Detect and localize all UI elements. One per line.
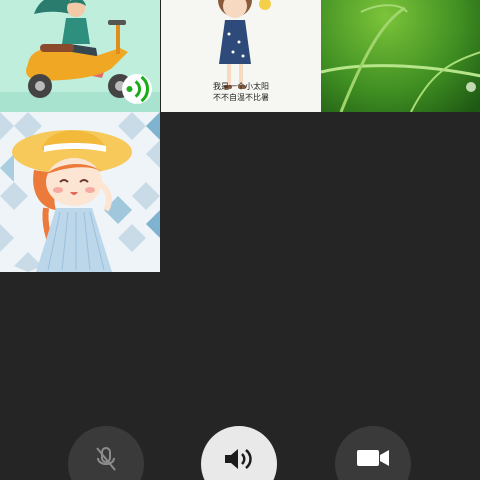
mic-muted-icon xyxy=(96,447,116,471)
sun-girl-caption: 我是一个小太阳 不不自温不比暑 xyxy=(161,81,321,103)
video-camera-icon xyxy=(357,450,389,466)
video-grid: 我是一个小太阳 不不自温不比暑 xyxy=(0,0,480,272)
caption-line: 我是一个小太阳 xyxy=(213,82,269,91)
video-tile-grass-dew[interactable] xyxy=(321,0,480,112)
call-controls xyxy=(0,420,480,480)
camera-button[interactable] xyxy=(335,426,411,480)
speaking-indicator xyxy=(122,74,152,104)
straw-hat-girl-avatar xyxy=(0,112,160,272)
mute-button[interactable] xyxy=(68,426,144,480)
speaker-button[interactable] xyxy=(201,426,277,480)
caption-line: 不不自温不比暑 xyxy=(213,93,269,102)
speaker-icon xyxy=(225,449,252,469)
video-tile-sun-girl[interactable]: 我是一个小太阳 不不自温不比暑 xyxy=(161,0,321,112)
grass-dew-photo xyxy=(321,0,480,112)
sound-wave-icon xyxy=(126,75,149,103)
video-tile-straw-hat-girl[interactable] xyxy=(0,112,160,272)
video-tile-scooter-girl[interactable] xyxy=(0,0,160,112)
